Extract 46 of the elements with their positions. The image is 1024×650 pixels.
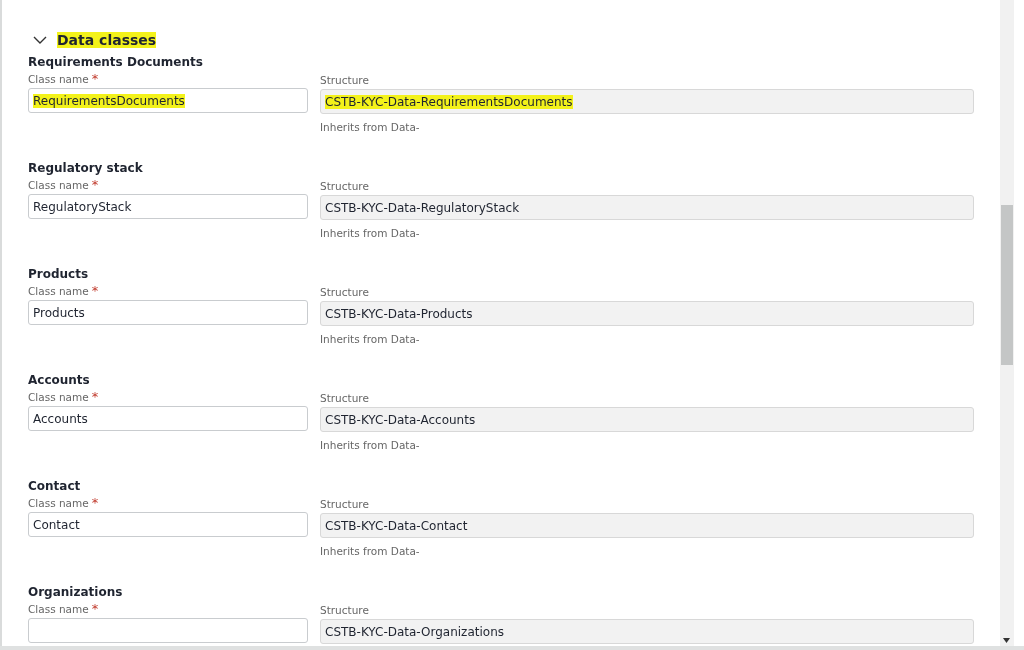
class-heading: Contact: [28, 479, 82, 495]
class-name-field[interactable]: [28, 618, 308, 643]
inherits-note: Inherits from Data-: [320, 439, 420, 451]
scroll-thumb[interactable]: [1001, 205, 1013, 365]
class-heading: Products: [28, 267, 90, 283]
inherits-note: Inherits from Data-: [320, 333, 420, 345]
structure-field: CSTB-KYC-Data-Organizations: [320, 619, 974, 644]
field-label: Class name: [28, 497, 89, 511]
class-name-field[interactable]: Accounts: [28, 406, 308, 431]
structure-field: CSTB-KYC-Data-RequirementsDocuments: [320, 89, 974, 114]
structure-field: CSTB-KYC-Data-Accounts: [320, 407, 974, 432]
structure-field: CSTB-KYC-Data-Contact: [320, 513, 974, 538]
class-heading: Organizations: [28, 585, 124, 601]
field-label: Structure: [320, 498, 369, 512]
field-label: Class name: [28, 73, 89, 87]
field-label: Class name: [28, 285, 89, 299]
required-mark: *: [91, 391, 99, 403]
field-label: Structure: [320, 604, 369, 618]
class-name-field[interactable]: Contact: [28, 512, 308, 537]
inherits-note: Inherits from Data-: [320, 545, 420, 557]
structure-field: CSTB-KYC-Data-Products: [320, 301, 974, 326]
inherits-note: Inherits from Data-: [320, 121, 420, 133]
class-heading: Requirements Documents: [28, 55, 204, 71]
field-label: Class name: [28, 179, 89, 193]
required-mark: *: [91, 285, 99, 297]
inherits-note: Inherits from Data-: [320, 227, 420, 239]
field-label: Structure: [320, 286, 369, 300]
field-label: Structure: [320, 392, 369, 406]
class-name-field[interactable]: RequirementsDocuments: [28, 88, 308, 113]
field-label: Structure: [320, 74, 369, 88]
required-mark: *: [91, 73, 99, 85]
required-mark: *: [91, 179, 99, 191]
required-mark: *: [91, 603, 99, 615]
field-label: Structure: [320, 180, 369, 194]
section-title: Data classes: [57, 32, 157, 48]
chevron-icon[interactable]: [33, 36, 47, 44]
scrollbar[interactable]: [1000, 0, 1014, 646]
class-name-field[interactable]: RegulatoryStack: [28, 194, 308, 219]
field-label: Class name: [28, 391, 89, 405]
class-heading: Regulatory stack: [28, 161, 144, 177]
structure-field: CSTB-KYC-Data-RegulatoryStack: [320, 195, 974, 220]
required-mark: *: [91, 497, 99, 509]
scroll-down-icon[interactable]: [1003, 638, 1010, 643]
field-label: Class name: [28, 603, 89, 617]
class-heading: Accounts: [28, 373, 91, 389]
class-name-field[interactable]: Products: [28, 300, 308, 325]
